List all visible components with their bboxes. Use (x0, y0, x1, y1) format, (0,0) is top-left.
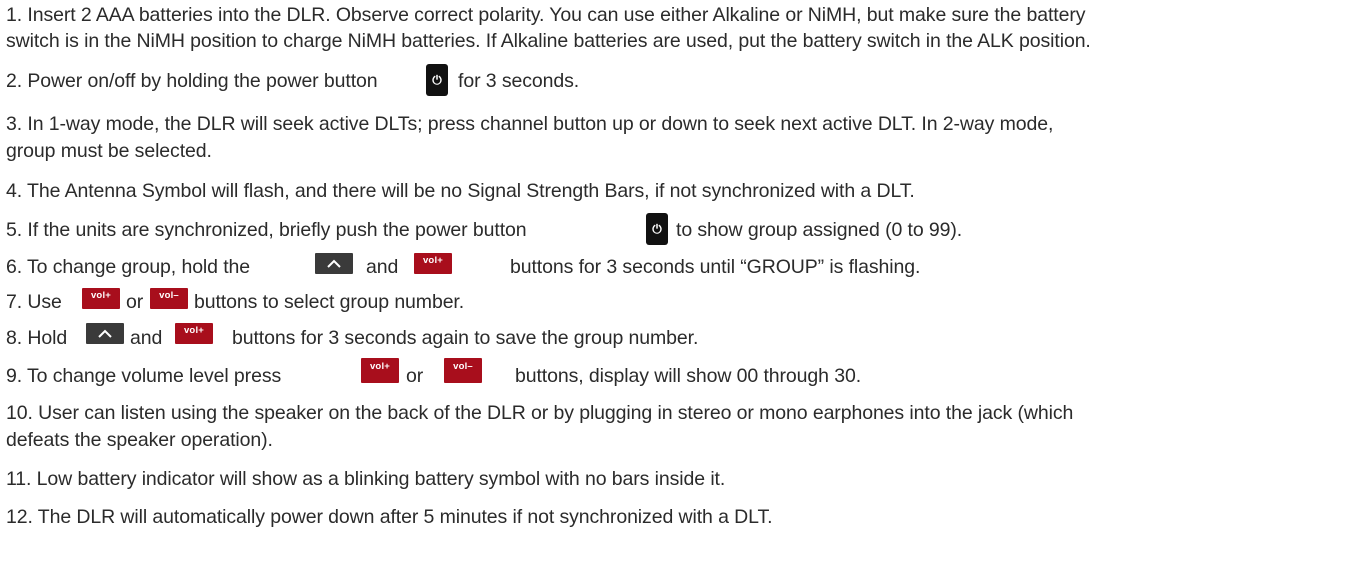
step-8-text-b: and (130, 327, 163, 349)
step-2-text-b: for 3 seconds. (458, 70, 580, 92)
step-8-text-a: 8. Hold (6, 327, 68, 349)
step-1-line-1: 1. Insert 2 AAA batteries into the DLR. … (6, 4, 1086, 26)
step-7-text-c: buttons to select group number. (194, 291, 465, 313)
step-8-text-c: buttons for 3 seconds again to save the … (232, 327, 699, 349)
step-6-text-c: buttons for 3 seconds until “GROUP” is f… (510, 256, 921, 278)
step-5-text-a: 5. If the units are synchronized, briefl… (6, 219, 527, 241)
step-3-line-1: 3. In 1-way mode, the DLR will seek acti… (6, 113, 1054, 135)
channel-up-key (315, 253, 353, 274)
chevron-up-icon (327, 259, 341, 268)
instructions-document: 1. Insert 2 AAA batteries into the DLR. … (0, 0, 1351, 582)
step-4: 4. The Antenna Symbol will flash, and th… (6, 180, 915, 202)
step-6-text-b: and (366, 256, 399, 278)
power-icon: ⏻ (652, 222, 662, 236)
power-icon: ⏻ (432, 73, 442, 87)
step-9-text-c: buttons, display will show 00 through 30… (515, 365, 862, 387)
vol-plus-key: vol+ (175, 323, 213, 344)
vol-minus-label: vol– (159, 290, 179, 301)
vol-plus-label: vol+ (369, 361, 391, 372)
vol-plus-label: vol+ (183, 325, 205, 336)
step-2: 2. Power on/off by holding the power but… (6, 70, 378, 92)
step-1-line-2: switch is in the NiMH position to charge… (6, 30, 1091, 52)
step-9-text-b: or (406, 365, 424, 387)
vol-plus-key: vol+ (414, 253, 452, 274)
vol-minus-key: vol– (150, 288, 188, 309)
power-button-key: ⏻ (646, 213, 668, 245)
step-7-text-a: 7. Use (6, 291, 62, 313)
vol-minus-key: vol– (444, 358, 482, 383)
step-10-line-1: 10. User can listen using the speaker on… (6, 402, 1074, 424)
step-2-text-a: 2. Power on/off by holding the power but… (6, 70, 378, 92)
step-5-text-b: to show group assigned (0 to 99). (676, 219, 963, 241)
channel-up-key (86, 323, 124, 344)
step-6-text-a: 6. To change group, hold the (6, 256, 251, 278)
step-12: 12. The DLR will automatically power dow… (6, 506, 773, 528)
vol-plus-label: vol+ (422, 255, 444, 266)
vol-plus-key: vol+ (82, 288, 120, 309)
step-10-line-2: defeats the speaker operation). (6, 429, 273, 451)
power-button-key: ⏻ (426, 64, 448, 96)
vol-minus-label: vol– (453, 361, 473, 372)
vol-plus-key: vol+ (361, 358, 399, 383)
chevron-up-icon (98, 329, 112, 338)
vol-plus-label: vol+ (90, 290, 112, 301)
step-11: 11. Low battery indicator will show as a… (6, 468, 726, 490)
step-9-text-a: 9. To change volume level press (6, 365, 282, 387)
step-3-line-2: group must be selected. (6, 140, 212, 162)
step-7-text-b: or (126, 291, 144, 313)
